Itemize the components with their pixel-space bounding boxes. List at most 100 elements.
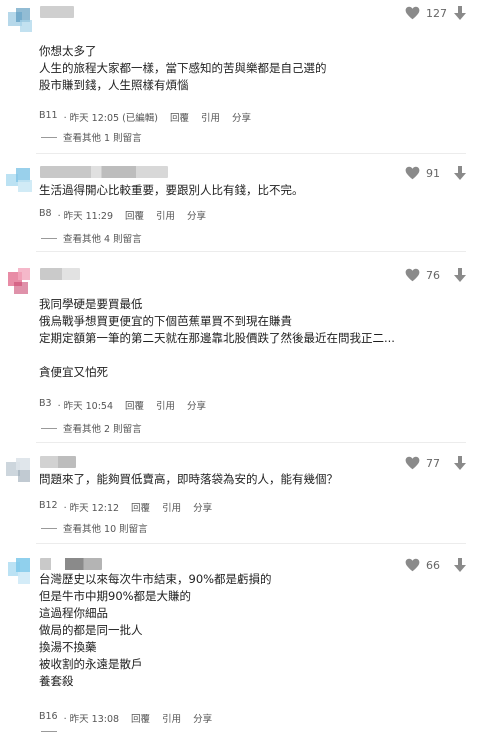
comment-line: 但是牛市中期90%都是大賺的 (39, 589, 192, 603)
reply-link[interactable]: 回覆 (170, 110, 189, 124)
quote-link[interactable]: 引用 (162, 711, 181, 725)
like-count: 77 (426, 456, 440, 470)
view-more-replies[interactable]: 查看其他 2 則留言 (41, 421, 142, 435)
reply-link[interactable]: 回覆 (125, 208, 144, 222)
quote-link[interactable]: 引用 (201, 110, 220, 124)
blurred-username (40, 558, 102, 570)
comment-line: 股市賺到錢，人生照樣有煩惱 (39, 78, 189, 92)
comment-line: 定期定額第一筆的第二天就在那邊靠北股價跌了然後最近在問我正二... (39, 331, 395, 345)
divider (36, 543, 466, 544)
comment-line: 俄烏戰爭想買更便宜的下個芭蕉單買不到現在賺貴 (39, 314, 292, 328)
comment-item: 91 生活過得開心比較重要，要跟別人比有錢，比不完。 B8 · 昨天 11:29… (0, 160, 478, 250)
share-link[interactable]: 分享 (193, 500, 212, 514)
like-count: 91 (426, 166, 440, 180)
downvote-arrow-icon[interactable] (454, 558, 466, 572)
comment-meta: B11 · 昨天 12:05 (已編輯) 回覆 引用 分享 (39, 110, 263, 124)
avatar[interactable] (6, 166, 34, 194)
timestamp: · 昨天 13:08 (63, 714, 120, 725)
downvote-arrow-icon[interactable] (454, 6, 466, 20)
downvote-arrow-icon[interactable] (454, 166, 466, 180)
replies-line (41, 136, 57, 138)
heart-icon[interactable] (405, 166, 420, 180)
floor-number: B8 (39, 208, 52, 219)
like-group: 77 (405, 456, 466, 470)
heart-icon[interactable] (405, 456, 420, 470)
quote-link[interactable]: 引用 (162, 500, 181, 514)
reply-link[interactable]: 回覆 (125, 398, 144, 412)
floor-number: B3 (39, 398, 52, 409)
like-group: 66 (405, 558, 466, 572)
quote-link[interactable]: 引用 (156, 208, 175, 222)
replies-line (41, 731, 57, 732)
view-more-replies-label: 查看其他 4 則留言 (63, 234, 142, 245)
avatar[interactable] (6, 6, 34, 34)
comment-line: 問題來了，能夠買低賣高，即時落袋為安的人，能有幾個？ (39, 472, 338, 486)
comment-meta: B3 · 昨天 10:54 回覆 引用 分享 (39, 398, 218, 412)
comment-item: 127 你想太多了 人生的旅程大家都一樣，當下感知的苦與樂都是自己選的 股市賺到… (0, 0, 478, 152)
view-more-replies[interactable]: 查看其他 1 則留言 (41, 130, 142, 144)
share-link[interactable]: 分享 (187, 208, 206, 222)
heart-icon[interactable] (405, 558, 420, 572)
timestamp: · 昨天 10:54 (57, 401, 113, 412)
downvote-arrow-icon[interactable] (454, 456, 466, 470)
like-count: 76 (426, 268, 440, 282)
comment-meta: B16 · 昨天 13:08 回覆 引用 分享 (39, 711, 224, 725)
view-more-replies-label: 查看其他 1 則留言 (63, 133, 142, 144)
comment-text: 台灣歷史以來每次牛市結束，90%都是虧損的 但是牛市中期90%都是大賺的 這過程… (39, 571, 272, 690)
divider (36, 153, 466, 154)
like-count: 66 (426, 558, 440, 572)
comment-line: 生活過得開心比較重要，要跟別人比有錢，比不完。 (39, 183, 304, 197)
share-link[interactable]: 分享 (232, 110, 251, 124)
share-link[interactable]: 分享 (193, 711, 212, 725)
timestamp: · 昨天 12:05 (已編輯) (63, 113, 158, 124)
comment-line (39, 347, 395, 364)
reply-link[interactable]: 回覆 (131, 711, 150, 725)
comment-text: 生活過得開心比較重要，要跟別人比有錢，比不完。 (39, 182, 304, 199)
comment-line: 做局的都是同一批人 (39, 623, 143, 637)
replies-line (41, 237, 57, 239)
reply-link[interactable]: 回覆 (131, 500, 150, 514)
avatar[interactable] (6, 558, 34, 586)
like-count: 127 (426, 6, 447, 20)
comment-line: 養套殺 (39, 674, 74, 688)
comment-line: 你想太多了 (39, 44, 97, 58)
comment-line: 貪便宜又怕死 (39, 365, 108, 379)
view-more-replies-label: 查看其他 10 則留言 (63, 524, 148, 535)
blurred-username (40, 166, 168, 178)
blurred-username (40, 456, 76, 468)
blurred-username (40, 6, 74, 18)
share-link[interactable]: 分享 (187, 398, 206, 412)
comment-line: 換湯不換藥 (39, 640, 97, 654)
like-group: 127 (405, 6, 466, 20)
comment-meta: B8 · 昨天 11:29 回覆 引用 分享 (39, 208, 218, 222)
view-more-replies[interactable]: 查看其他 4 則留言 (41, 231, 142, 245)
comment-item: 66 台灣歷史以來每次牛市結束，90%都是虧損的 但是牛市中期90%都是大賺的 … (0, 552, 478, 735)
comment-line: 這過程你細品 (39, 606, 108, 620)
divider (36, 442, 466, 443)
blurred-username (40, 268, 80, 280)
avatar[interactable] (6, 268, 34, 296)
comment-text: 我同學硬是要買最低 俄烏戰爭想買更便宜的下個芭蕉單買不到現在賺貴 定期定額第一筆… (39, 296, 395, 381)
replies-line (41, 527, 57, 529)
heart-icon[interactable] (405, 6, 420, 20)
divider (36, 251, 466, 252)
comment-line: 人生的旅程大家都一樣，當下感知的苦與樂都是自己選的 (39, 61, 327, 75)
avatar[interactable] (6, 456, 34, 484)
view-more-replies-label: 查看其他 2 則留言 (63, 424, 142, 435)
like-group: 76 (405, 268, 466, 282)
comment-line: 台灣歷史以來每次牛市結束，90%都是虧損的 (39, 572, 272, 586)
like-group: 91 (405, 166, 466, 180)
comment-text: 問題來了，能夠買低賣高，即時落袋為安的人，能有幾個？ (39, 471, 338, 488)
timestamp: · 昨天 12:12 (63, 503, 120, 514)
floor-number: B11 (39, 110, 58, 121)
downvote-arrow-icon[interactable] (454, 268, 466, 282)
comment-item: 77 問題來了，能夠買低賣高，即時落袋為安的人，能有幾個？ B12 · 昨天 1… (0, 450, 478, 542)
heart-icon[interactable] (405, 268, 420, 282)
comment-text: 你想太多了 人生的旅程大家都一樣，當下感知的苦與樂都是自己選的 股市賺到錢，人生… (39, 43, 327, 94)
view-more-replies-partial[interactable] (41, 731, 63, 732)
view-more-replies[interactable]: 查看其他 10 則留言 (41, 521, 148, 535)
timestamp: · 昨天 11:29 (57, 211, 113, 222)
replies-line (41, 427, 57, 429)
quote-link[interactable]: 引用 (156, 398, 175, 412)
comment-line: 我同學硬是要買最低 (39, 297, 143, 311)
